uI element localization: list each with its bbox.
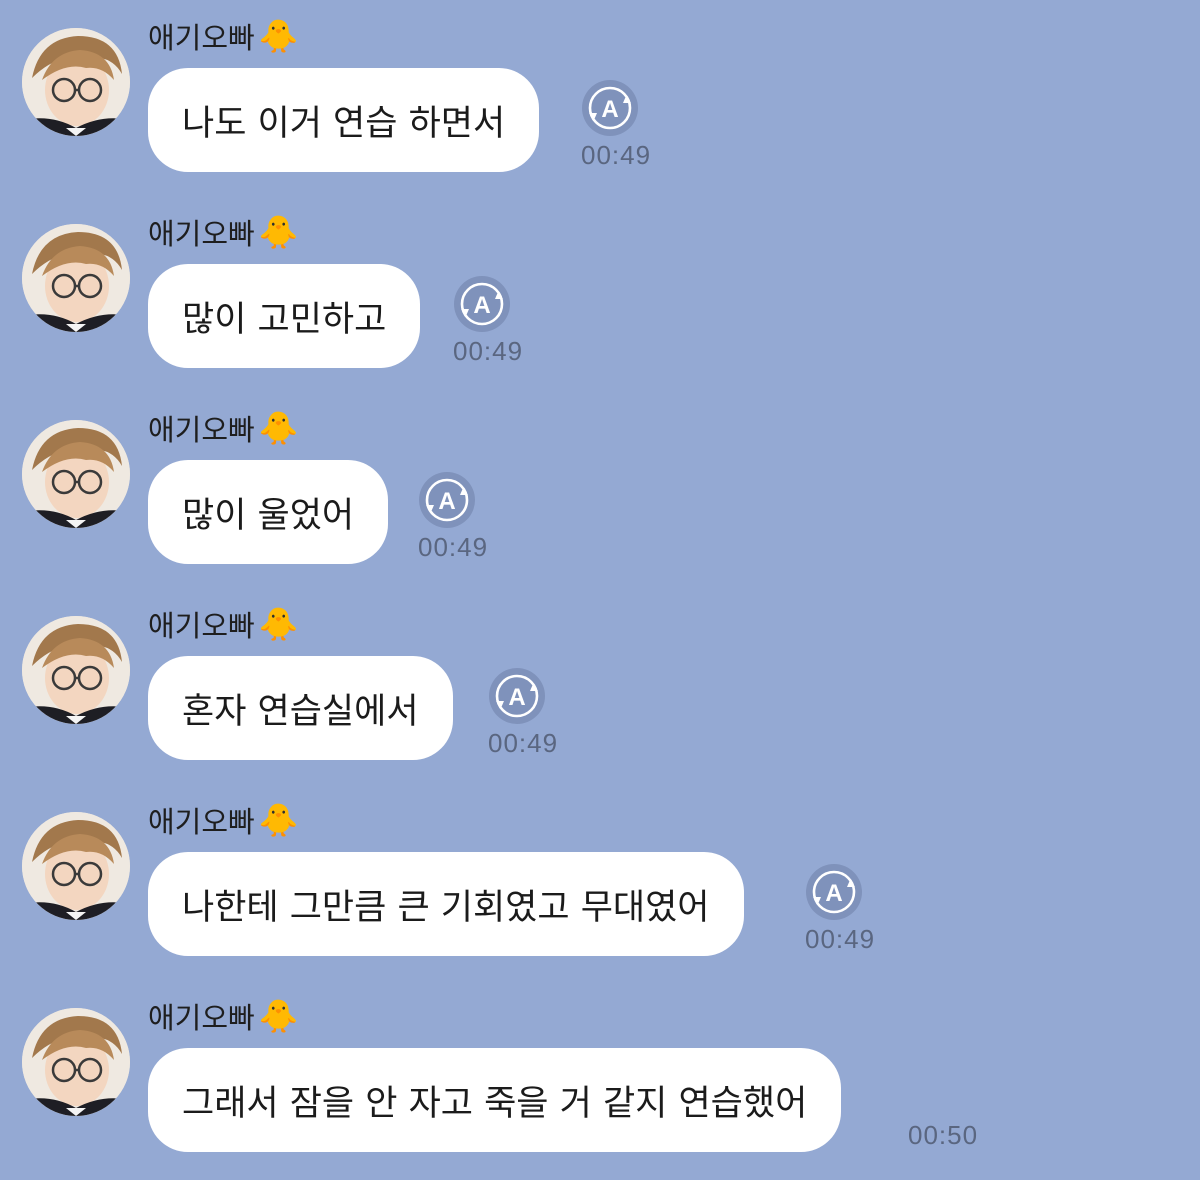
- avatar[interactable]: [22, 616, 130, 724]
- sender-name: 애기오빠 🐥: [148, 210, 299, 254]
- svg-text:A: A: [601, 96, 618, 123]
- message-bubble[interactable]: 많이 울었어: [148, 460, 389, 564]
- message-bubble[interactable]: 많이 고민하고: [148, 264, 421, 368]
- message-time: 00:49: [453, 336, 524, 366]
- sender-name: 애기오빠 🐥: [148, 798, 299, 842]
- translate-icon[interactable]: A: [452, 274, 512, 334]
- message-bubble[interactable]: 나도 이거 연습 하면서: [148, 68, 540, 172]
- message-time: 00:49: [488, 728, 559, 758]
- message-bubble[interactable]: 혼자 연습실에서: [148, 656, 453, 760]
- translate-icon[interactable]: A: [804, 862, 864, 922]
- svg-text:A: A: [508, 684, 525, 711]
- message-bubble[interactable]: 나한테 그만큼 큰 기회였고 무대였어: [148, 852, 744, 956]
- avatar[interactable]: [22, 224, 130, 332]
- avatar[interactable]: [22, 812, 130, 920]
- chick-emoji: 🐥: [258, 409, 299, 447]
- sender-name: 애기오빠 🐥: [148, 406, 299, 450]
- chick-emoji: 🐥: [258, 997, 299, 1035]
- sender-name: 애기오빠 🐥: [148, 602, 299, 646]
- sender-name: 애기오빠 🐥: [148, 14, 299, 58]
- translate-icon[interactable]: A: [580, 78, 640, 138]
- chick-emoji: 🐥: [258, 801, 299, 839]
- chick-emoji: 🐥: [258, 605, 299, 643]
- chick-emoji: 🐥: [258, 17, 299, 55]
- svg-text:A: A: [473, 292, 490, 319]
- chick-emoji: 🐥: [258, 213, 299, 251]
- message-time: 00:49: [805, 924, 876, 954]
- message-row: 애기오빠 🐥 혼자 연습실에서 A 00:49: [0, 588, 1200, 778]
- translate-icon[interactable]: A: [487, 666, 547, 726]
- avatar[interactable]: [22, 420, 130, 528]
- avatar[interactable]: [22, 1008, 130, 1116]
- message-row: 애기오빠 🐥 많이 고민하고 A 00:49: [0, 196, 1200, 386]
- sender-name-text: 애기오빠: [148, 217, 255, 251]
- sender-name-text: 애기오빠: [148, 609, 255, 643]
- message-row: 애기오빠 🐥 나도 이거 연습 하면서 A 00:49: [0, 0, 1200, 190]
- message-time: 00:50: [908, 1120, 979, 1150]
- sender-name-text: 애기오빠: [148, 413, 255, 447]
- svg-text:A: A: [438, 488, 455, 515]
- message-row: 애기오빠 🐥 그래서 잠을 안 자고 죽을 거 같지 연습했어 00:50: [0, 980, 1200, 1170]
- message-row: 애기오빠 🐥 나한테 그만큼 큰 기회였고 무대였어 A 00:49: [0, 784, 1200, 974]
- sender-name-text: 애기오빠: [148, 805, 255, 839]
- sender-name-text: 애기오빠: [148, 1001, 255, 1035]
- sender-name-text: 애기오빠: [148, 21, 255, 55]
- message-bubble[interactable]: 그래서 잠을 안 자고 죽을 거 같지 연습했어: [148, 1048, 842, 1152]
- message-row: 애기오빠 🐥 많이 울었어 A 00:49: [0, 392, 1200, 582]
- sender-name: 애기오빠 🐥: [148, 994, 299, 1038]
- message-time: 00:49: [418, 532, 489, 562]
- message-time: 00:49: [581, 140, 652, 170]
- svg-text:A: A: [825, 880, 842, 907]
- translate-icon[interactable]: A: [417, 470, 477, 530]
- avatar[interactable]: [22, 28, 130, 136]
